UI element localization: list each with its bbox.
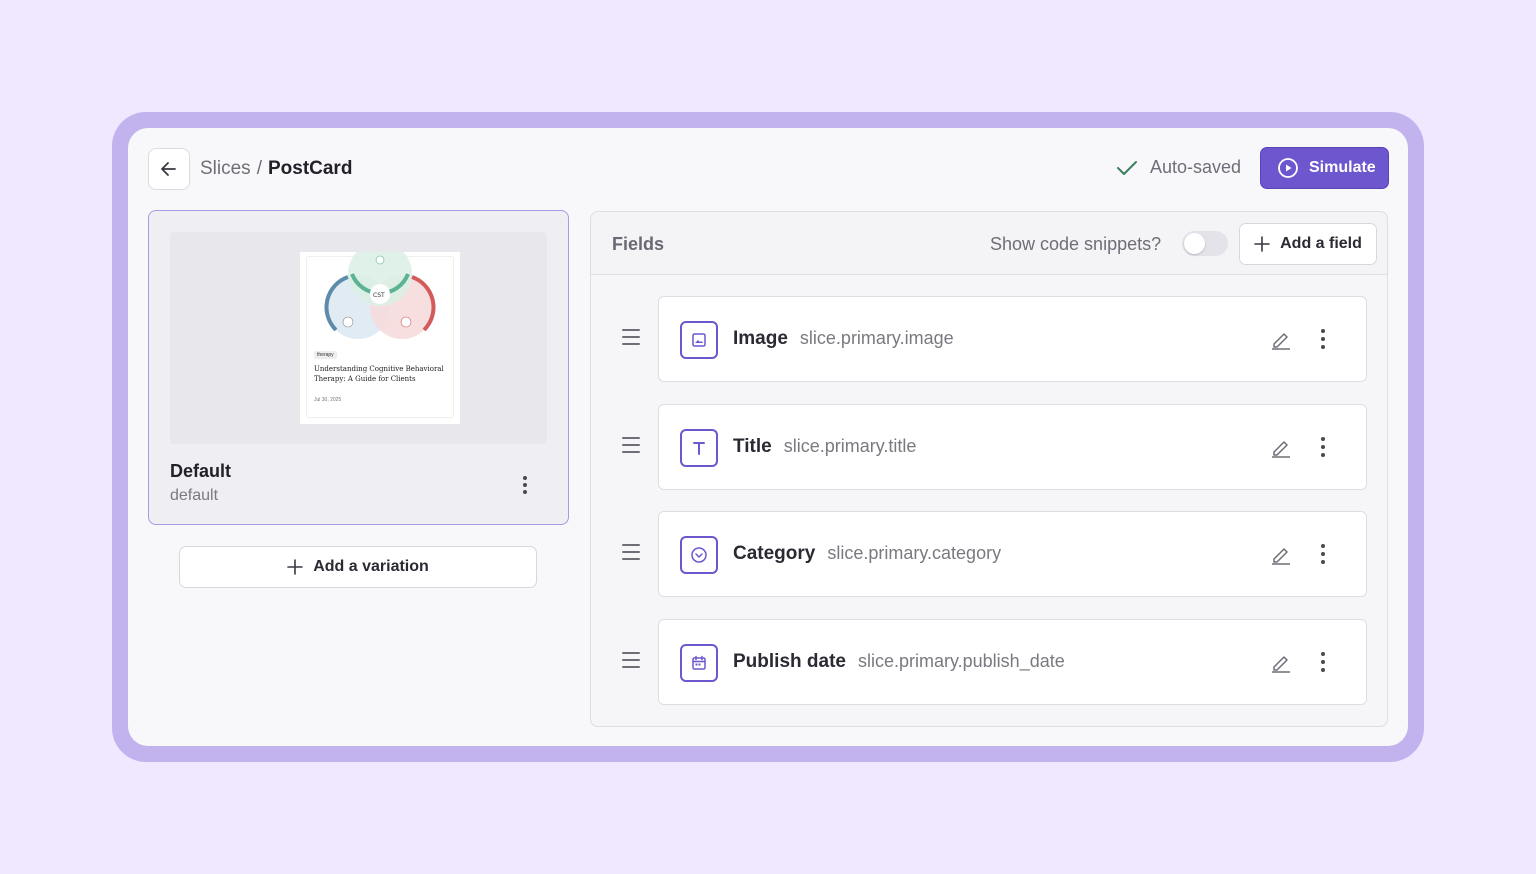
field-path: slice.primary.title	[783, 436, 917, 456]
edit-pencil-icon[interactable]	[1269, 650, 1293, 679]
add-variation-label: Add a variation	[313, 558, 429, 575]
plus-icon	[1254, 236, 1270, 252]
field-row-title: Title slice.primary.title	[591, 404, 1387, 492]
breadcrumb-current: PostCard	[267, 158, 353, 179]
preview-title: Understanding Cognitive Behavioral Thera…	[314, 365, 444, 383]
simulate-button[interactable]: Simulate	[1260, 147, 1389, 189]
field-name: Publish date	[733, 651, 846, 672]
field-path: slice.primary.publish_date	[857, 651, 1065, 671]
add-variation-button[interactable]: Add a variation	[179, 546, 537, 588]
edit-pencil-icon[interactable]	[1269, 435, 1293, 464]
variation-id: default	[170, 487, 219, 504]
drag-handle-icon[interactable]	[622, 329, 640, 345]
plus-icon	[287, 559, 304, 575]
text-icon	[680, 429, 718, 467]
simulate-label: Simulate	[1309, 159, 1376, 176]
field-row-category: Category slice.primary.category	[591, 511, 1387, 599]
field-path: slice.primary.image	[799, 328, 954, 348]
breadcrumb: Slices / PostCard	[200, 158, 352, 180]
preview-thumbnail: CST therapy Understanding Cognitive Beha…	[300, 252, 460, 424]
field-name: Image	[733, 328, 788, 349]
drag-handle-icon[interactable]	[622, 437, 640, 453]
check-icon	[1117, 160, 1137, 175]
variation-more-icon[interactable]	[517, 473, 533, 497]
toggle-knob	[1184, 233, 1205, 254]
venn-diagram-image: CST	[324, 252, 436, 339]
image-icon	[680, 321, 718, 359]
field-more-icon[interactable]	[1315, 541, 1331, 567]
play-circle-icon	[1278, 158, 1298, 178]
code-snippets-toggle[interactable]	[1182, 231, 1228, 256]
diagram-center-label: CST	[373, 292, 385, 299]
field-name: Title	[733, 436, 772, 457]
edit-pencil-icon[interactable]	[1269, 542, 1293, 571]
autosave-label: Auto-saved	[1150, 157, 1242, 177]
field-card[interactable]: Image slice.primary.image	[658, 296, 1367, 382]
fields-title: Fields	[612, 234, 665, 254]
variation-name: Default	[170, 461, 232, 481]
add-field-button[interactable]: Add a field	[1239, 223, 1377, 265]
edit-pencil-icon[interactable]	[1269, 327, 1293, 356]
breadcrumb-separator: /	[256, 158, 262, 179]
field-row-publish-date: Publish date slice.primary.publish_date	[591, 619, 1387, 707]
variation-preview: CST therapy Understanding Cognitive Beha…	[170, 232, 547, 444]
field-row-image: Image slice.primary.image	[591, 296, 1387, 384]
slice-editor-window: Slices / PostCard Auto-saved Simulate CS…	[128, 128, 1408, 746]
field-more-icon[interactable]	[1315, 434, 1331, 460]
arrow-left-icon	[161, 162, 176, 176]
field-card[interactable]: Category slice.primary.category	[658, 511, 1367, 597]
back-button[interactable]	[148, 148, 190, 190]
preview-tag: therapy	[314, 351, 337, 359]
field-more-icon[interactable]	[1315, 649, 1331, 675]
select-icon	[680, 536, 718, 574]
add-field-label: Add a field	[1280, 235, 1362, 252]
autosave-status: Auto-saved	[1116, 157, 1241, 178]
code-snippets-label: Show code snippets?	[990, 234, 1162, 254]
fields-panel: Fields Show code snippets? Add a field I…	[590, 211, 1388, 727]
field-name: Category	[733, 543, 816, 564]
preview-date: Jul 30, 2025	[314, 397, 342, 403]
breadcrumb-slices-link[interactable]: Slices	[200, 158, 251, 180]
drag-handle-icon[interactable]	[622, 652, 640, 668]
calendar-icon	[680, 644, 718, 682]
field-path: slice.primary.category	[827, 543, 1002, 563]
fields-header: Fields Show code snippets? Add a field	[591, 212, 1387, 275]
field-card[interactable]: Title slice.primary.title	[658, 404, 1367, 490]
drag-handle-icon[interactable]	[622, 544, 640, 560]
variation-card[interactable]: CST therapy Understanding Cognitive Beha…	[148, 210, 569, 525]
field-card[interactable]: Publish date slice.primary.publish_date	[658, 619, 1367, 705]
field-more-icon[interactable]	[1315, 326, 1331, 352]
